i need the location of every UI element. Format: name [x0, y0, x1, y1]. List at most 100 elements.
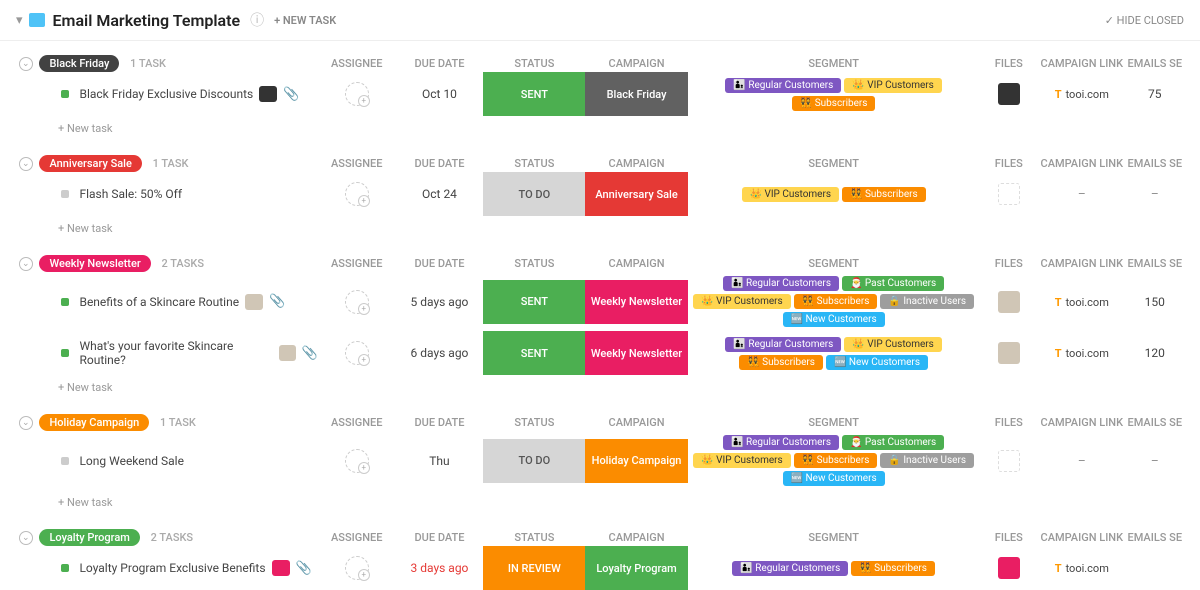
segment-tag: 👑 VIP Customers	[742, 187, 840, 202]
status-cell[interactable]: SENT	[483, 72, 585, 116]
section-badge[interactable]: Black Friday	[39, 55, 119, 72]
assignee-add[interactable]	[345, 556, 369, 580]
status-cell[interactable]: IN REVIEW	[483, 546, 585, 590]
expand-icon[interactable]: ⌄	[16, 257, 35, 271]
assignee-add[interactable]	[345, 341, 369, 365]
campaign-cell[interactable]: Anniversary Sale	[585, 172, 687, 216]
status-cell[interactable]: SENT	[483, 331, 585, 375]
col-due-date: DUE DATE	[396, 157, 484, 170]
task-row[interactable]: What's your favorite Skincare Routine?📎 …	[0, 331, 1200, 375]
col-assignee: ASSIGNEE	[318, 57, 396, 70]
file-thumb[interactable]	[998, 557, 1020, 579]
assignee-add[interactable]	[345, 449, 369, 473]
due-date[interactable]: 3 days ago	[396, 561, 484, 575]
status-cell[interactable]: TO DO	[483, 439, 585, 483]
section-header: ⌄ Weekly Newsletter 2 TASKS ASSIGNEE DUE…	[0, 255, 1200, 272]
status-square[interactable]	[61, 190, 69, 198]
due-date[interactable]: Thu	[396, 454, 484, 468]
campaign-link[interactable]: Ttooi.com	[1055, 347, 1109, 360]
campaign-cell[interactable]: Holiday Campaign	[585, 439, 687, 483]
info-icon[interactable]: ⓘ	[250, 10, 264, 30]
status-square[interactable]	[61, 90, 69, 98]
expand-icon[interactable]: ⌄	[16, 531, 35, 545]
add-task-button[interactable]: + New task	[0, 116, 1200, 141]
new-task-button[interactable]: + NEW TASK	[274, 14, 336, 27]
col-segment: SEGMENT	[688, 157, 980, 170]
due-date[interactable]: Oct 10	[396, 87, 484, 101]
assignee-add[interactable]	[345, 82, 369, 106]
task-row[interactable]: Loyalty Program Exclusive Benefits📎 3 da…	[0, 546, 1200, 590]
campaign-cell[interactable]: Weekly Newsletter	[585, 331, 687, 375]
status-square[interactable]	[61, 298, 69, 306]
section-badge[interactable]: Holiday Campaign	[39, 414, 149, 431]
expand-icon[interactable]: ⌄	[16, 416, 35, 430]
segment-tag: 👯 Subscribers	[794, 294, 878, 309]
task-title: Long Weekend Sale	[79, 454, 183, 468]
segment-tags: 👨‍👦 Regular Customers👑 VIP Customers👯 Su…	[688, 74, 980, 115]
task-count: 1 TASK	[130, 57, 166, 70]
due-date[interactable]: Oct 24	[396, 187, 484, 201]
task-row[interactable]: Black Friday Exclusive Discounts📎 Oct 10…	[0, 72, 1200, 116]
file-thumb[interactable]	[998, 291, 1020, 313]
segment-tags: 👨‍👦 Regular Customers🎅 Past Customers👑 V…	[688, 431, 980, 490]
task-row[interactable]: Flash Sale: 50% Off Oct 24 TO DO Anniver…	[0, 172, 1200, 216]
col-campaign: CAMPAIGN	[585, 157, 687, 170]
campaign-link[interactable]: Ttooi.com	[1055, 296, 1109, 309]
add-task-button[interactable]: + New task	[0, 490, 1200, 515]
section: ⌄ Weekly Newsletter 2 TASKS ASSIGNEE DUE…	[0, 255, 1200, 400]
campaign-link[interactable]: Ttooi.com	[1055, 562, 1109, 575]
col-assignee: ASSIGNEE	[318, 416, 396, 429]
segment-tag: 👨‍👦 Regular Customers	[725, 337, 841, 352]
assignee-add[interactable]	[345, 182, 369, 206]
section: ⌄ Black Friday 1 TASK ASSIGNEE DUE DATE …	[0, 55, 1200, 141]
col-files: FILES	[980, 531, 1038, 544]
task-row[interactable]: Benefits of a Skincare Routine📎 5 days a…	[0, 272, 1200, 331]
emails-empty: –	[1151, 454, 1159, 468]
expand-icon[interactable]: ⌄	[16, 57, 35, 71]
file-empty[interactable]	[998, 183, 1020, 205]
page-header: ▾ Email Marketing Template ⓘ + NEW TASK …	[0, 0, 1200, 41]
segment-tag: 👑 VIP Customers	[844, 337, 942, 352]
col-files: FILES	[980, 257, 1038, 270]
file-thumb[interactable]	[998, 342, 1020, 364]
task-row[interactable]: Long Weekend Sale Thu TO DO Holiday Camp…	[0, 431, 1200, 490]
status-square[interactable]	[61, 457, 69, 465]
section-badge[interactable]: Anniversary Sale	[39, 155, 141, 172]
campaign-cell[interactable]: Black Friday	[585, 72, 687, 116]
section: ⌄ Anniversary Sale 1 TASK ASSIGNEE DUE D…	[0, 155, 1200, 241]
emails-value: 120	[1145, 346, 1165, 360]
col-campaign: CAMPAIGN	[585, 531, 687, 544]
campaign-link[interactable]: Ttooi.com	[1055, 88, 1109, 101]
segment-tag: 👨‍👦 Regular Customers	[723, 276, 839, 291]
file-thumb[interactable]	[998, 83, 1020, 105]
collapse-icon[interactable]: ▾	[16, 13, 23, 28]
attachment-icon[interactable]: 📎	[269, 294, 285, 309]
segment-tag: 👑 VIP Customers	[693, 294, 791, 309]
attachment-icon[interactable]: 📎	[283, 87, 299, 102]
col-campaign-link: CAMPAIGN LINK	[1038, 416, 1126, 429]
segment-tags: 👨‍👦 Regular Customers🎅 Past Customers👑 V…	[688, 272, 980, 331]
section-header: ⌄ Loyalty Program 2 TASKS ASSIGNEE DUE D…	[0, 529, 1200, 546]
file-empty[interactable]	[998, 450, 1020, 472]
status-cell[interactable]: SENT	[483, 280, 585, 324]
campaign-cell[interactable]: Loyalty Program	[585, 546, 687, 590]
section-badge[interactable]: Weekly Newsletter	[39, 255, 150, 272]
task-count: 1 TASK	[160, 416, 196, 429]
add-task-button[interactable]: + New task	[0, 375, 1200, 400]
col-campaign-link: CAMPAIGN LINK	[1038, 531, 1126, 544]
folder-icon	[29, 13, 45, 27]
due-date[interactable]: 5 days ago	[396, 295, 484, 309]
status-square[interactable]	[61, 564, 69, 572]
status-square[interactable]	[61, 349, 69, 357]
hide-closed-toggle[interactable]: HIDE CLOSED	[1105, 14, 1184, 27]
attachment-icon[interactable]: 📎	[296, 561, 312, 576]
section-badge[interactable]: Loyalty Program	[39, 529, 139, 546]
assignee-add[interactable]	[345, 290, 369, 314]
due-date[interactable]: 6 days ago	[396, 346, 484, 360]
attachment-icon[interactable]: 📎	[302, 346, 318, 361]
expand-icon[interactable]: ⌄	[16, 157, 35, 171]
campaign-cell[interactable]: Weekly Newsletter	[585, 280, 687, 324]
status-cell[interactable]: TO DO	[483, 172, 585, 216]
task-count: 2 TASKS	[151, 531, 194, 544]
add-task-button[interactable]: + New task	[0, 216, 1200, 241]
